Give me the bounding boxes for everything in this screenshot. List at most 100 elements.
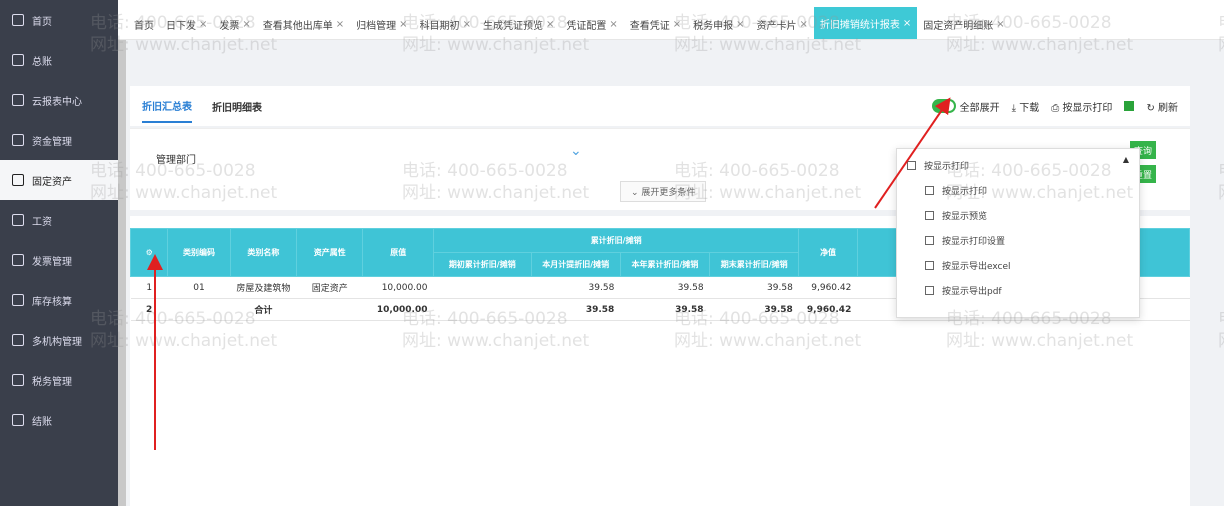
tab[interactable]: 资产卡片 × [751,9,814,39]
more-conditions-button[interactable]: ⌄ 展开更多条件 [620,181,707,202]
salary-icon [12,214,24,226]
dropdown-header[interactable]: 按显示打印 [897,153,1139,178]
tab[interactable]: 税务申报 × [687,9,750,39]
close-icon[interactable]: × [673,19,681,30]
col-header[interactable]: 原值 [362,228,434,277]
end-depreciation: 39.58 [709,276,799,299]
tab-label: 科目期初 [419,20,460,32]
excel-icon[interactable] [1124,101,1135,111]
tab-label: 生成凭证预览 [482,20,543,32]
tab-label: 查看其他出库单 [262,20,333,32]
close-icon[interactable]: × [199,19,207,30]
sidebar-item[interactable]: 总账 [0,40,118,80]
tab-label: 固定资产明细账 [923,20,994,32]
expand-all-toggle[interactable]: 全部展开 [931,99,1000,114]
category-code: 01 [167,276,231,299]
chevron-down-icon[interactable]: ⌄ [570,143,582,159]
tab-depreciation-summary[interactable]: 折旧汇总表 [142,90,192,123]
ledger-icon [12,54,24,66]
close-icon[interactable]: × [609,19,617,30]
print-icon [907,161,916,170]
tab-label: 发票 [219,20,240,32]
settings-icon [925,236,934,245]
sidebar-item[interactable]: 多机构管理 [0,320,118,360]
net-value: 9,960.42 [798,298,858,321]
tax-icon [12,374,24,386]
watermark-site: 网址: www.chanjet.net [1218,178,1224,203]
net-value: 9,960.42 [798,276,858,299]
sidebar-item-label: 库存核算 [32,296,72,308]
dropdown-item-print[interactable]: 按显示打印 [897,178,1139,203]
tab[interactable]: 归档管理 × [350,9,413,39]
sidebar-item-label: 资金管理 [32,136,72,148]
tab[interactable]: 凭证配置 × [560,9,623,39]
sidebar-item[interactable]: 库存核算 [0,280,118,320]
col-header[interactable]: 净值 [798,228,858,277]
dropdown-item-print-settings[interactable]: 按显示打印设置 [897,228,1139,253]
close-icon[interactable]: × [399,19,407,30]
print-button[interactable]: ⎙ 按显示打印 [1051,99,1112,114]
report-toolbar: 折旧汇总表 折旧明细表 全部展开 ⤓ 下载 ⎙ 按显示打印 ↻ 刷新 [130,86,1190,126]
sidebar-item[interactable]: 发票管理 [0,240,118,280]
close-icon[interactable]: × [242,19,250,30]
dropdown-item-export-pdf[interactable]: 按显示导出pdf [897,278,1139,303]
group-header: 累计折旧/摊销 [432,228,800,253]
sidebar-item[interactable]: 税务管理 [0,360,118,400]
tab[interactable]: 查看其他出库单 × [257,9,350,39]
tab[interactable]: 查看凭证 × [624,9,687,39]
close-icon[interactable]: × [736,19,744,30]
col-header[interactable]: 期末累计折旧/摊销 [709,252,800,277]
col-header[interactable]: 类别名称 [229,228,298,277]
category-code [167,298,231,321]
tab[interactable]: 日下发 × [160,9,213,39]
close-icon[interactable]: × [996,19,1004,30]
close-icon[interactable]: × [336,19,344,30]
refresh-label: 刷新 [1158,102,1178,114]
tab-label: 日下发 [166,20,196,32]
tab[interactable]: 发票 × [213,9,256,39]
col-header[interactable]: 资产属性 [296,228,364,277]
refresh-button[interactable]: ↻ 刷新 [1146,99,1178,114]
end-depreciation: 39.58 [709,298,799,321]
caret-up-icon[interactable]: ▲ [1123,155,1129,164]
dropdown-item-label: 按显示打印设置 [942,237,1006,247]
sidebar-item[interactable]: 工资 [0,200,118,240]
tab[interactable]: 生成凭证预览 × [477,9,560,39]
sidebar-item[interactable]: 首页 [0,0,118,40]
col-header[interactable]: 本年累计折旧/摊销 [619,252,711,277]
dropdown-item-preview[interactable]: 按显示预览 [897,203,1139,228]
col-header[interactable]: 类别编码 [167,228,231,277]
col-header[interactable]: 期初累计折旧/摊销 [433,252,532,277]
tab[interactable]: 固定资产明细账 × [917,9,1010,39]
excel-icon [925,261,934,270]
month-depreciation: 39.58 [531,276,621,299]
tab[interactable]: 折旧摊销统计报表 × [813,7,918,39]
sidebar-item[interactable]: 固定资产 [0,160,118,200]
expand-all-label: 全部展开 [959,102,1000,114]
toggle-switch-icon[interactable] [931,99,956,113]
close-icon[interactable]: × [463,19,471,30]
sidebar-scrollbar[interactable] [118,40,126,506]
dropdown-item-export-excel[interactable]: 按显示导出excel [897,253,1139,278]
tab[interactable]: 科目期初 × [414,9,477,39]
sidebar-item[interactable]: 结账 [0,400,118,440]
pdf-icon [925,286,934,295]
tab-label: 税务申报 [693,20,734,32]
month-depreciation: 39.58 [531,298,621,321]
watermark-phone: 电话: 400-665-0028 [1218,304,1224,329]
close-icon[interactable]: × [800,19,808,30]
tab-bar: 首页 日下发 × 发票 × 查看其他出库单 × 归档管理 × 科目期初 × 生成凭证预览 × 凭证配置 × 查… [118,0,1224,40]
download-button[interactable]: ⤓ 下载 [1012,99,1040,114]
tab[interactable]: 首页 [128,9,160,39]
dropdown-item-label: 按显示导出pdf [942,287,1002,297]
asset-attribute: 固定资产 [296,276,363,299]
col-header[interactable]: 本月计提折旧/摊销 [530,252,621,277]
tab-depreciation-detail[interactable]: 折旧明细表 [212,91,262,122]
settings-icon[interactable]: ⚙ [129,228,169,277]
opening-depreciation [433,298,532,321]
sidebar-item[interactable]: 云报表中心 [0,80,118,120]
sidebar-item[interactable]: 资金管理 [0,120,118,160]
close-icon[interactable]: × [903,18,911,29]
close-icon[interactable]: × [546,19,554,30]
row-index: 2 [130,298,168,321]
